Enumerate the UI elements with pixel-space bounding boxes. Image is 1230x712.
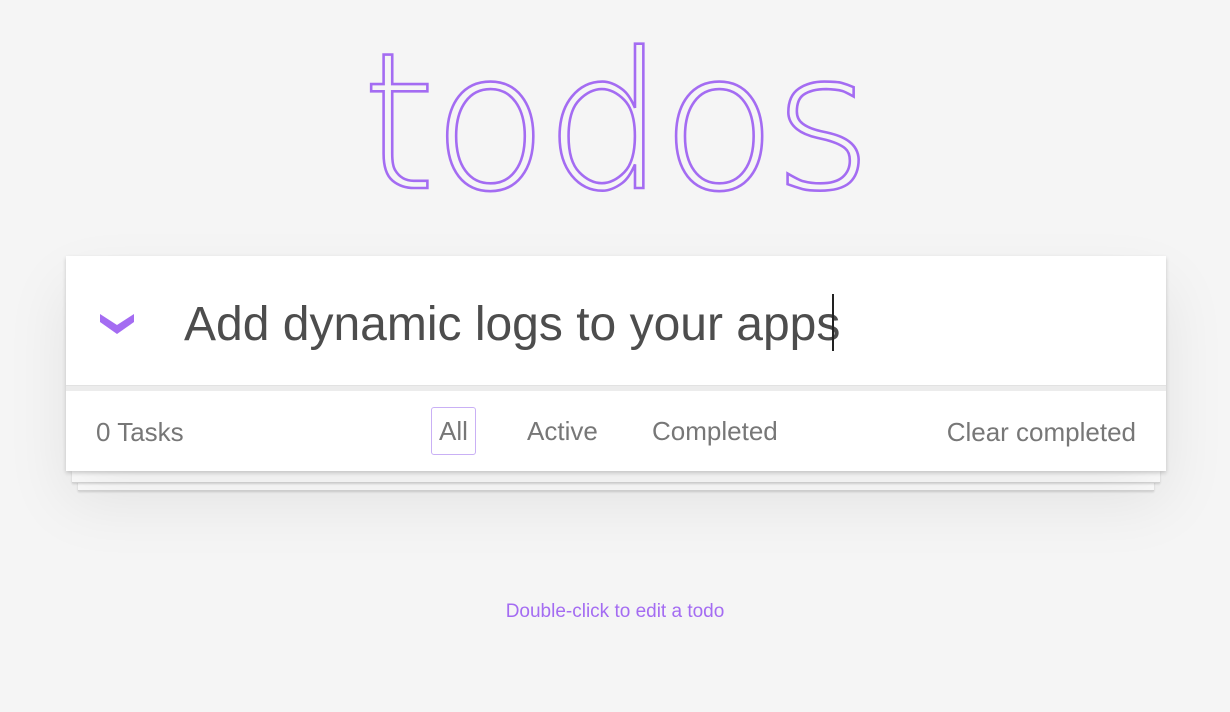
chevron-down-icon: [100, 314, 134, 334]
new-todo-row: [66, 256, 1166, 385]
app-title: todos: [360, 12, 873, 233]
footer: 0 Tasks All Active Completed Clear compl…: [66, 391, 1166, 471]
edit-hint: Double-click to edit a todo: [505, 601, 725, 622]
card-shadow: [90, 490, 1140, 530]
text-cursor: [832, 294, 834, 351]
new-todo-input[interactable]: [184, 292, 1124, 356]
todo-count: 0 Tasks: [96, 417, 184, 447]
todo-card: 0 Tasks All Active Completed Clear compl…: [66, 256, 1166, 471]
filter-completed[interactable]: Completed: [644, 407, 786, 455]
filter-all[interactable]: All: [431, 407, 476, 455]
toggle-all-button[interactable]: [98, 310, 136, 340]
filter-active[interactable]: Active: [519, 407, 606, 455]
clear-completed-button[interactable]: Clear completed: [947, 417, 1136, 448]
card-stack-layer: [72, 471, 1160, 483]
